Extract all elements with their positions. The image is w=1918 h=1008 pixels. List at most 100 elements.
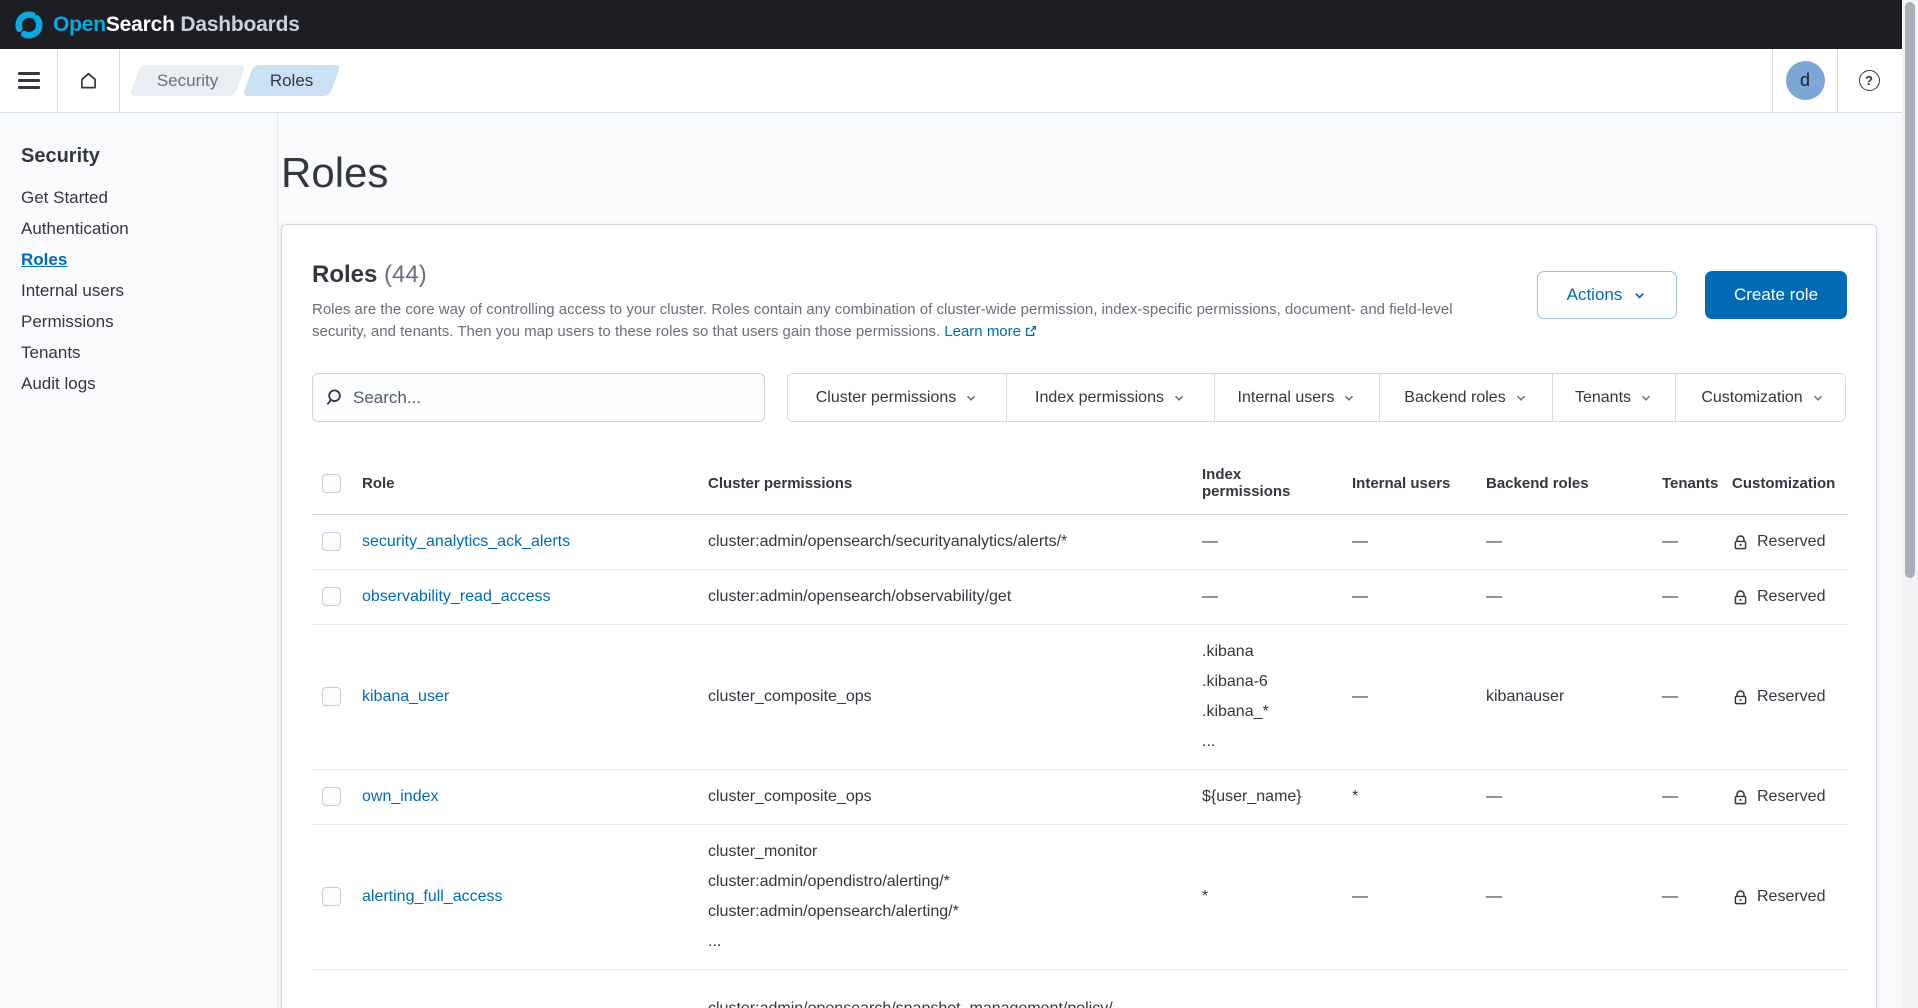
customization-cell: Reserved xyxy=(1722,625,1848,770)
lock-icon xyxy=(1732,789,1749,806)
security-sidebar: Security Get StartedAuthenticationRolesI… xyxy=(0,113,278,1008)
tenants-cell: — xyxy=(1652,515,1722,570)
role-link[interactable]: observability_read_access xyxy=(362,588,551,605)
panel-description: Roles are the core way of controlling ac… xyxy=(312,299,1497,343)
cluster-permissions-cell: cluster:admin/opensearch/snapshot_manage… xyxy=(698,970,1192,1008)
backend-roles-cell xyxy=(1476,970,1652,1008)
role-link[interactable]: alerting_full_access xyxy=(362,888,503,905)
role-link[interactable]: security_analytics_ack_alerts xyxy=(362,533,570,550)
opensearch-logo: OpenSearch Dashboards xyxy=(14,10,300,40)
select-all-checkbox[interactable] xyxy=(322,474,341,493)
row-select-cell xyxy=(312,770,352,825)
lock-icon xyxy=(1732,589,1749,606)
row-select-cell xyxy=(312,515,352,570)
cluster-permissions-cell: cluster_monitorcluster:admin/opendistro/… xyxy=(698,825,1192,970)
row-checkbox[interactable] xyxy=(322,587,341,606)
table-row: observability_read_access cluster:admin/o… xyxy=(312,570,1848,625)
create-role-button[interactable]: Create role xyxy=(1705,271,1847,319)
filter-cluster-permissions[interactable]: Cluster permissions xyxy=(788,374,1007,421)
page-title: Roles xyxy=(281,147,1918,199)
tenants-cell: — xyxy=(1652,570,1722,625)
row-checkbox[interactable] xyxy=(322,532,341,551)
internal-users-cell: — xyxy=(1342,825,1476,970)
select-all-column xyxy=(312,454,352,515)
role-cell: security_analytics_ack_alerts xyxy=(352,515,698,570)
roles-panel: Roles (44) Roles are the core way of con… xyxy=(281,224,1877,1008)
breadcrumb-item-roles[interactable]: Roles xyxy=(243,65,342,96)
row-checkbox[interactable] xyxy=(322,687,341,706)
column-header-role: Role xyxy=(352,454,698,515)
home-icon xyxy=(78,70,99,91)
role-cell: observability_read_access xyxy=(352,570,698,625)
row-select-cell xyxy=(312,970,352,1008)
main-content: Roles Roles (44) Roles are the core way … xyxy=(279,113,1918,1008)
index-permissions-cell xyxy=(1192,970,1342,1008)
scrollbar[interactable] xyxy=(1902,0,1918,1008)
sidebar-item-get-started[interactable]: Get Started xyxy=(21,182,277,213)
role-link[interactable]: kibana_user xyxy=(362,688,449,705)
customization-cell: Reserved xyxy=(1722,570,1848,625)
chevron-down-icon xyxy=(1632,288,1647,303)
filter-internal-users[interactable]: Internal users xyxy=(1215,374,1380,421)
sidebar-item-audit-logs[interactable]: Audit logs xyxy=(21,368,277,399)
chevron-down-icon xyxy=(1639,391,1653,405)
sidebar-item-label: Roles xyxy=(21,250,67,270)
filter-group: Cluster permissionsIndex permissionsInte… xyxy=(787,373,1846,422)
index-permissions-cell: — xyxy=(1192,570,1342,625)
scrollbar-thumb[interactable] xyxy=(1905,2,1915,578)
row-select-cell xyxy=(312,570,352,625)
opensearch-swirl-icon xyxy=(14,10,44,40)
filter-customization[interactable]: Customization xyxy=(1676,374,1846,421)
sidebar-item-label: Permissions xyxy=(21,312,114,332)
role-cell: kibana_user xyxy=(352,625,698,770)
backend-roles-cell: — xyxy=(1476,770,1652,825)
home-button[interactable] xyxy=(58,49,119,112)
table-row: alerting_full_access cluster_monitorclust… xyxy=(312,825,1848,970)
external-link-icon xyxy=(1024,324,1038,338)
customization-cell: Reserved xyxy=(1722,825,1848,970)
customization-cell: Reserved xyxy=(1722,515,1848,570)
chevron-down-icon xyxy=(1342,391,1356,405)
breadcrumb-item-security[interactable]: Security xyxy=(129,65,246,96)
learn-more-link[interactable]: Learn more xyxy=(944,323,1038,340)
filter-index-permissions[interactable]: Index permissions xyxy=(1007,374,1215,421)
reserved-badge: Reserved xyxy=(1732,527,1838,557)
cluster-permissions-cell: cluster:admin/opensearch/observability/g… xyxy=(698,570,1192,625)
reserved-badge: Reserved xyxy=(1732,682,1838,712)
breadcrumb: SecurityRoles xyxy=(120,65,336,96)
sidebar-item-tenants[interactable]: Tenants xyxy=(21,337,277,368)
sidebar-item-authentication[interactable]: Authentication xyxy=(21,213,277,244)
role-cell: own_index xyxy=(352,770,698,825)
menu-button[interactable] xyxy=(0,49,57,112)
top-app-bar: OpenSearch Dashboards xyxy=(0,0,1918,49)
filter-tenants[interactable]: Tenants xyxy=(1553,374,1676,421)
app-title: OpenSearch Dashboards xyxy=(53,13,300,37)
role-cell xyxy=(352,970,698,1008)
role-link[interactable]: own_index xyxy=(362,788,439,805)
internal-users-cell: — xyxy=(1342,625,1476,770)
backend-roles-cell: kibanauser xyxy=(1476,625,1652,770)
actions-button[interactable]: Actions xyxy=(1537,271,1677,319)
row-select-cell xyxy=(312,825,352,970)
sidebar-item-label: Authentication xyxy=(21,219,129,239)
row-select-cell xyxy=(312,625,352,770)
breadcrumb-bar: SecurityRoles d ? xyxy=(0,49,1918,113)
sidebar-item-permissions[interactable]: Permissions xyxy=(21,306,277,337)
index-permissions-cell: * xyxy=(1192,825,1342,970)
reserved-badge: Reserved xyxy=(1732,782,1838,812)
help-button[interactable]: ? xyxy=(1859,70,1880,91)
row-checkbox[interactable] xyxy=(322,887,341,906)
reserved-badge: Reserved xyxy=(1732,882,1838,912)
roles-table: RoleCluster permissionsIndex permissions… xyxy=(312,454,1848,1008)
sidebar-item-internal-users[interactable]: Internal users xyxy=(21,275,277,306)
column-header-cluster-permissions: Cluster permissions xyxy=(698,454,1192,515)
sidebar-item-label: Internal users xyxy=(21,281,124,301)
user-avatar[interactable]: d xyxy=(1786,61,1825,100)
search-input[interactable] xyxy=(353,388,752,408)
row-checkbox[interactable] xyxy=(322,787,341,806)
column-header-index-permissions: Index permissions xyxy=(1192,454,1342,515)
column-header-customization: Customization xyxy=(1722,454,1848,515)
sidebar-item-label: Tenants xyxy=(21,343,81,363)
filter-backend-roles[interactable]: Backend roles xyxy=(1380,374,1553,421)
sidebar-item-roles[interactable]: Roles xyxy=(21,244,277,275)
